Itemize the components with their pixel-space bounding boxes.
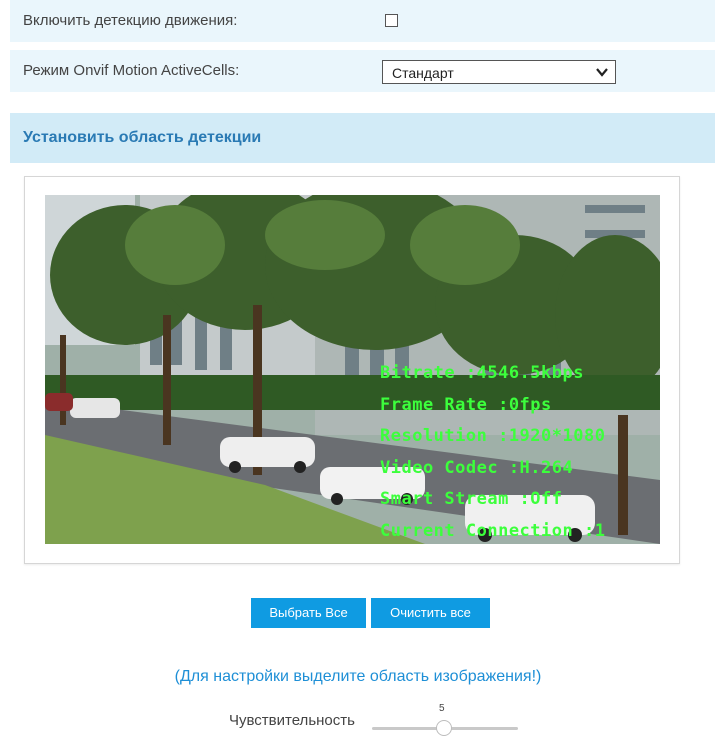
- onvif-mode-value: Стандарт: [392, 65, 454, 81]
- detection-area-header: Установить область детекции: [10, 113, 715, 163]
- onvif-mode-select[interactable]: Стандарт: [382, 60, 616, 84]
- osd-bitrate: Bitrate :4546.5kbps: [380, 363, 584, 383]
- osd-frame-rate: Frame Rate :0fps: [380, 394, 552, 415]
- sensitivity-value: 5: [439, 703, 445, 714]
- motion-detection-row: Включить детекцию движения:: [10, 0, 715, 43]
- osd-resolution: Resolution :1920*1080: [380, 426, 606, 446]
- sensitivity-slider-handle[interactable]: [436, 720, 452, 736]
- osd-current-connection: Current Connection :1: [380, 520, 606, 541]
- osd-smart-stream: Smart Stream :Off: [380, 489, 563, 509]
- motion-detection-checkbox[interactable]: [385, 14, 398, 27]
- motion-detection-label: Включить детекцию движения:: [23, 12, 238, 29]
- sensitivity-label: Чувствительность: [229, 712, 355, 729]
- selection-hint: (Для настройки выделите область изображе…: [174, 668, 542, 685]
- onvif-mode-row: Режим Onvif Motion ActiveCells: Стандарт: [10, 50, 715, 93]
- clear-all-button[interactable]: Очистить все: [371, 598, 490, 628]
- osd-video-codec: Video Codec :H.264: [380, 457, 574, 478]
- detection-area-title: Установить область детекции: [23, 129, 262, 146]
- chevron-down-icon: [596, 68, 608, 77]
- onvif-mode-label: Режим Onvif Motion ActiveCells:: [23, 62, 240, 79]
- video-osd: Bitrate :4546.5kbps Frame Rate :0fps Res…: [380, 358, 605, 547]
- select-all-button[interactable]: Выбрать Все: [251, 598, 366, 628]
